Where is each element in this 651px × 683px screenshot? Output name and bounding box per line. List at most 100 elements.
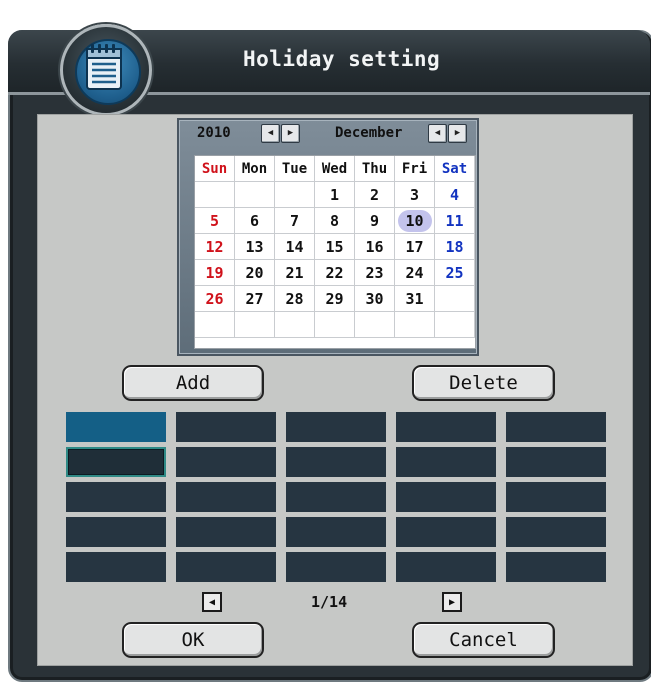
calendar-day[interactable]: 11 (435, 208, 475, 234)
weekday-header: Sun (195, 156, 235, 182)
calendar-day[interactable]: 6 (235, 208, 275, 234)
arrow-left-icon: ◀ (434, 128, 441, 138)
holiday-setting-dialog: Holiday setting 2010 ◀ ▶ December ◀ ▶ Su… (0, 0, 651, 683)
page-next-button[interactable]: ▶ (442, 592, 462, 612)
page-prev-button[interactable]: ◀ (202, 592, 222, 612)
holiday-slot[interactable] (176, 447, 276, 477)
calendar-day[interactable]: 18 (435, 234, 475, 260)
calendar-day[interactable]: 19 (195, 260, 235, 286)
dialog-title: Holiday setting (243, 47, 441, 71)
calendar-day[interactable]: 14 (275, 234, 315, 260)
calendar-empty-cell (435, 312, 475, 338)
calendar-day[interactable]: 3 (395, 182, 435, 208)
calendar-empty-cell (235, 182, 275, 208)
holiday-slot[interactable] (506, 482, 606, 512)
calendar-day[interactable]: 23 (355, 260, 395, 286)
calendar-day[interactable]: 27 (235, 286, 275, 312)
arrow-right-icon: ▶ (454, 128, 461, 138)
calendar-day[interactable]: 30 (355, 286, 395, 312)
holiday-slot[interactable] (176, 412, 276, 442)
holiday-slot[interactable] (286, 412, 386, 442)
calendar-day[interactable]: 1 (315, 182, 355, 208)
page-indicator: 1/14 (311, 593, 348, 611)
holiday-slot[interactable] (396, 412, 496, 442)
holiday-slot[interactable] (506, 552, 606, 582)
notepad-icon (60, 24, 152, 116)
calendar-grid: Sun Mon Tue Wed Thu Fri Sat 1 2 3 4 5 6 7 8 9 10 11 12 13 14… (194, 155, 476, 349)
cancel-button[interactable]: Cancel (412, 622, 555, 658)
holiday-slot[interactable] (66, 552, 166, 582)
calendar-day[interactable]: 10 (395, 208, 435, 234)
holiday-slot[interactable] (506, 412, 606, 442)
calendar-day[interactable]: 5 (195, 208, 235, 234)
calendar-day[interactable]: 28 (275, 286, 315, 312)
calendar-day[interactable]: 22 (315, 260, 355, 286)
holiday-slot[interactable] (66, 517, 166, 547)
month-next-button[interactable]: ▶ (448, 124, 467, 143)
arrow-right-icon: ▶ (448, 596, 456, 608)
calendar-header: 2010 ◀ ▶ December ◀ ▶ (179, 120, 477, 148)
calendar-empty-cell (355, 312, 395, 338)
calendar-day[interactable]: 2 (355, 182, 395, 208)
calendar-day[interactable]: 25 (435, 260, 475, 286)
calendar-day[interactable]: 31 (395, 286, 435, 312)
add-button[interactable]: Add (122, 365, 264, 401)
holiday-slot[interactable] (176, 517, 276, 547)
calendar-day[interactable]: 12 (195, 234, 235, 260)
calendar-empty-cell (315, 312, 355, 338)
delete-button[interactable]: Delete (412, 365, 555, 401)
arrow-left-icon: ◀ (267, 128, 274, 138)
ok-button[interactable]: OK (122, 622, 264, 658)
calendar-empty-cell (235, 312, 275, 338)
calendar-empty-cell (275, 312, 315, 338)
holiday-slot[interactable] (506, 447, 606, 477)
year-prev-button[interactable]: ◀ (261, 124, 280, 143)
calendar-empty-cell (395, 312, 435, 338)
year-next-button[interactable]: ▶ (281, 124, 300, 143)
calendar-day[interactable]: 20 (235, 260, 275, 286)
weekday-header: Thu (355, 156, 395, 182)
holiday-slot[interactable] (396, 447, 496, 477)
holiday-slot[interactable] (396, 552, 496, 582)
calendar-day[interactable]: 4 (435, 182, 475, 208)
calendar-empty-cell (275, 182, 315, 208)
weekday-header: Mon (235, 156, 275, 182)
calendar-empty-cell (195, 182, 235, 208)
calendar-day[interactable]: 7 (275, 208, 315, 234)
calendar-day[interactable]: 21 (275, 260, 315, 286)
calendar-day[interactable]: 29 (315, 286, 355, 312)
month-prev-button[interactable]: ◀ (428, 124, 447, 143)
calendar-empty-cell (435, 286, 475, 312)
selected-day-highlight: 10 (397, 209, 432, 232)
notepad-glyph (86, 44, 122, 90)
holiday-slot[interactable] (286, 482, 386, 512)
holiday-slot[interactable] (286, 447, 386, 477)
arrow-right-icon: ▶ (287, 128, 294, 138)
holiday-slot[interactable] (176, 552, 276, 582)
holiday-slot[interactable] (286, 552, 386, 582)
calendar-day[interactable]: 8 (315, 208, 355, 234)
holiday-slot[interactable] (176, 482, 276, 512)
holiday-slot[interactable] (396, 517, 496, 547)
holiday-slot[interactable] (66, 412, 166, 442)
calendar-month: December (335, 125, 403, 141)
weekday-header: Sat (435, 156, 475, 182)
holiday-slot[interactable] (396, 482, 496, 512)
holiday-slot[interactable] (66, 447, 166, 477)
calendar-day[interactable]: 9 (355, 208, 395, 234)
calendar-day[interactable]: 17 (395, 234, 435, 260)
holiday-slot[interactable] (66, 482, 166, 512)
calendar-day[interactable]: 24 (395, 260, 435, 286)
calendar-empty-cell (195, 312, 235, 338)
calendar-day[interactable]: 26 (195, 286, 235, 312)
calendar-day[interactable]: 15 (315, 234, 355, 260)
calendar-day[interactable]: 13 (235, 234, 275, 260)
holiday-slot[interactable] (286, 517, 386, 547)
calendar-day[interactable]: 16 (355, 234, 395, 260)
weekday-header: Wed (315, 156, 355, 182)
holiday-slot[interactable] (506, 517, 606, 547)
calendar-year: 2010 (197, 125, 231, 141)
weekday-header: Fri (395, 156, 435, 182)
weekday-header: Tue (275, 156, 315, 182)
arrow-left-icon: ◀ (208, 596, 216, 608)
